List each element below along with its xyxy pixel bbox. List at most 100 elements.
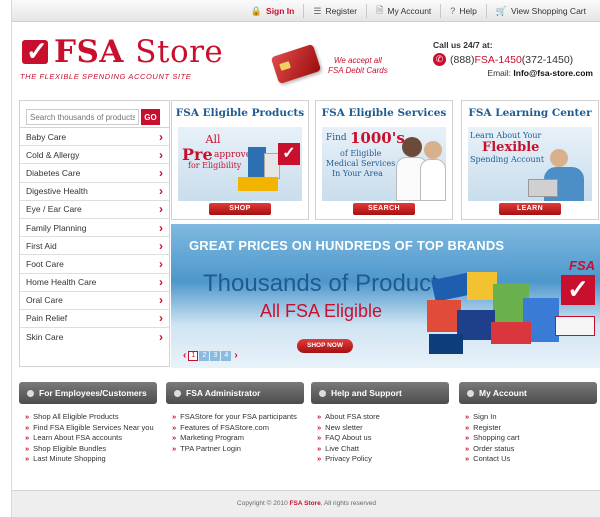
category-item[interactable]: Cold & Allergy › xyxy=(20,146,169,165)
footer-column-heading: For Employees/Customers xyxy=(19,382,157,404)
products-image[interactable]: All Pre approved for Eligibility ✓ xyxy=(178,127,302,201)
email-link[interactable]: Info@fsa-store.com xyxy=(513,68,593,78)
pager-page[interactable]: 1 xyxy=(188,350,199,361)
footer-link-label: Find FSA Eligible Services Near you xyxy=(33,422,154,432)
footer-link[interactable]: » TPA Partner Login xyxy=(172,444,304,455)
footer-links: For Employees/Customers» Shop All Eligibl… xyxy=(19,382,600,478)
category-label: Family Planning xyxy=(26,222,87,233)
footer-link-label: Shop All Eligible Products xyxy=(33,412,119,421)
footer-column: Help and Support » About FSA store» New sle… xyxy=(311,382,449,465)
banner-pager: ‹ 1 2 3 4 › xyxy=(181,350,240,361)
footer-column-heading: Help and Support xyxy=(311,382,449,404)
my-account-link[interactable]: 🗎 My Account xyxy=(366,4,440,18)
footer-link[interactable]: » Sign In xyxy=(465,412,597,423)
chevron-right-icon: › xyxy=(159,147,163,162)
footer-link-label: Order status xyxy=(473,443,515,453)
footer-link[interactable]: » FAQ About us xyxy=(317,433,449,444)
learn-button[interactable]: LEARN xyxy=(499,203,561,215)
phone-icon: ✆ xyxy=(433,53,446,66)
category-label: Eye / Ear Care xyxy=(26,204,82,215)
phone-prefix: (888) xyxy=(450,53,475,66)
search-button[interactable]: SEARCH xyxy=(353,203,415,215)
category-item[interactable]: Baby Care › xyxy=(20,128,169,147)
fsa-store-logo[interactable]: ✓ FSA Store THE FLEXIBLE SPENDING ACCOUN… xyxy=(20,34,223,86)
footer-link[interactable]: » Shopping cart xyxy=(465,433,597,444)
category-item[interactable]: Digestive Health › xyxy=(20,183,169,201)
category-item[interactable]: Pain Relief › xyxy=(20,310,169,329)
footer-link[interactable]: » FSAStore for your FSA participants xyxy=(172,412,304,423)
pager-page[interactable]: 4 xyxy=(221,350,232,361)
sign-in-link[interactable]: 🔒 Sign In xyxy=(242,4,304,18)
view-cart-link[interactable]: 🛒 View Shopping Cart xyxy=(485,4,595,18)
shop-now-button[interactable]: SHOP NOW xyxy=(297,339,353,353)
category-item[interactable]: Home Health Care › xyxy=(20,274,169,292)
document-icon: 🗎 xyxy=(376,5,384,15)
promo-products-title[interactable]: FSA Eligible Products xyxy=(172,107,308,119)
pager-page[interactable]: 2 xyxy=(199,350,210,361)
phone-number[interactable]: ✆ (888) FSA-1450 (372-1450) xyxy=(433,53,593,66)
footer-link[interactable]: » Register xyxy=(465,423,597,434)
category-label: Home Health Care xyxy=(26,277,97,288)
footer-link-label: Privacy Policy xyxy=(325,454,372,463)
category-item[interactable]: First Aid › xyxy=(20,237,169,256)
footer-link-label: Sign In xyxy=(473,412,497,421)
footer-link[interactable]: » Marketing Program xyxy=(172,433,304,444)
chevron-right-icon[interactable]: › xyxy=(234,350,237,361)
footer-column-heading: My Account xyxy=(459,382,597,404)
category-item[interactable]: Oral Care › xyxy=(20,292,169,310)
double-chevron-icon: » xyxy=(25,422,30,432)
category-label: Foot Care xyxy=(26,258,64,269)
promo-learning-title[interactable]: FSA Learning Center xyxy=(462,107,598,119)
chevron-right-icon: › xyxy=(159,256,163,271)
footer-link[interactable]: » About FSA store xyxy=(317,412,449,423)
bullet-icon xyxy=(174,389,181,397)
footer-link[interactable]: » Shop All Eligible Products xyxy=(25,412,157,423)
product-box-graphic xyxy=(491,322,531,344)
register-link[interactable]: ☰ Register xyxy=(303,4,366,18)
footer-link[interactable]: » Shop Eligible Bundles xyxy=(25,444,157,455)
copyright: Copyright © 2010 FSA Store, All rights r… xyxy=(12,490,600,517)
double-chevron-icon: » xyxy=(25,433,30,442)
products-for-text: for Eligibility xyxy=(188,161,242,170)
footer-link[interactable]: » Live Chatt xyxy=(317,444,449,455)
banner-line-1: Thousands of Products xyxy=(203,270,450,297)
laptop-graphic xyxy=(528,179,558,197)
category-label: Oral Care xyxy=(26,295,63,306)
footer-link-label: Marketing Program xyxy=(180,433,244,442)
fsa-check-icon: ✓ xyxy=(278,143,300,165)
double-chevron-icon: » xyxy=(317,422,322,432)
category-item[interactable]: Foot Care › xyxy=(20,255,169,274)
help-link[interactable]: ? Help xyxy=(440,4,486,18)
footer-link-label: Features of FSAStore.com xyxy=(180,422,269,432)
learning-image[interactable]: Learn About Your Flexible Spending Accou… xyxy=(468,127,592,201)
footer-link[interactable]: » Find FSA Eligible Services Near you xyxy=(25,423,157,434)
footer-link[interactable]: » Features of FSAStore.com xyxy=(172,423,304,434)
search-go-button[interactable]: GO xyxy=(141,109,160,125)
services-image[interactable]: Find 1000's of Eligible Medical Services… xyxy=(322,127,446,201)
category-item[interactable]: Family Planning › xyxy=(20,219,169,238)
checkmark-icon: ✓ xyxy=(22,36,48,66)
category-item[interactable]: Skin Care › xyxy=(20,328,169,346)
category-item[interactable]: Diabetes Care › xyxy=(20,164,169,183)
category-item[interactable]: Eye / Ear Care › xyxy=(20,201,169,219)
hero-banner[interactable]: GREAT PRICES ON HUNDREDS OF TOP BRANDS T… xyxy=(171,224,600,368)
chevron-right-icon: › xyxy=(159,275,163,290)
chevron-right-icon: › xyxy=(159,202,163,217)
promo-services-title[interactable]: FSA Eligible Services xyxy=(316,107,452,119)
footer-link[interactable]: » Learn About FSA accounts xyxy=(25,433,157,444)
footer-link[interactable]: » Contact Us xyxy=(465,454,597,465)
double-chevron-icon: » xyxy=(465,433,470,442)
footer-link[interactable]: » Privacy Policy xyxy=(317,454,449,465)
product-box-graphic xyxy=(427,300,461,332)
chevron-right-icon: › xyxy=(159,220,163,235)
chevron-left-icon[interactable]: ‹ xyxy=(183,350,186,361)
footer-link[interactable]: » Last Minute Shopping xyxy=(25,454,157,465)
shop-button[interactable]: SHOP xyxy=(209,203,271,215)
footer-link[interactable]: » Order status xyxy=(465,444,597,455)
search-bar: GO xyxy=(20,101,169,128)
footer-column: FSA Administrator» FSAStore for your FSA … xyxy=(166,382,304,454)
category-label: Skin Care xyxy=(26,332,64,343)
footer-link[interactable]: » New sletter xyxy=(317,423,449,434)
search-input[interactable] xyxy=(26,109,139,125)
pager-page[interactable]: 3 xyxy=(210,350,221,361)
